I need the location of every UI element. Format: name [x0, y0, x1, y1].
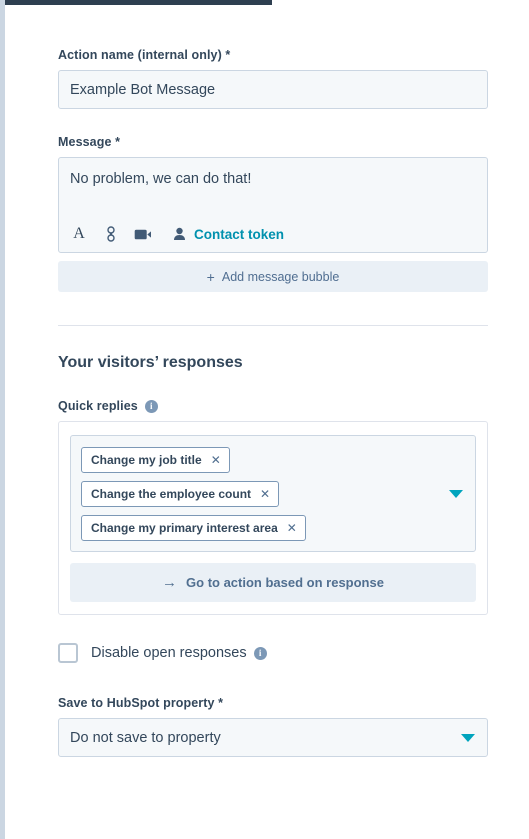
form-area: Action name (internal only) * Example Bo… [5, 5, 529, 757]
chevron-down-icon[interactable] [449, 489, 463, 498]
link-icon[interactable] [102, 225, 120, 243]
disable-open-responses-info-icon[interactable]: i [253, 646, 267, 660]
text-format-icon[interactable]: A [70, 225, 88, 243]
quick-replies-label-text: Quick replies [58, 399, 138, 413]
save-property-selected-value: Do not save to property [70, 729, 221, 746]
contact-person-icon [170, 225, 188, 243]
message-composer[interactable]: No problem, we can do that! A Contact to… [58, 157, 488, 253]
message-text-value[interactable]: No problem, we can do that! [70, 170, 476, 212]
remove-tag-icon[interactable]: ✕ [211, 454, 221, 466]
action-name-input[interactable]: Example Bot Message [58, 70, 488, 109]
add-message-bubble-button[interactable]: + Add message bubble [58, 261, 488, 292]
quick-replies-info-icon[interactable]: i [144, 399, 158, 413]
message-label: Message * [58, 135, 121, 149]
visitors-responses-heading: Your visitors’ responses [58, 354, 243, 371]
message-toolbar: A Contact token [70, 224, 476, 244]
add-message-bubble-label: Add message bubble [221, 269, 340, 284]
disable-open-responses-label: Disable open responses [91, 645, 247, 661]
contact-token-label: Contact token [194, 226, 285, 242]
action-name-field-group: Action name (internal only) * Example Bo… [58, 48, 488, 109]
quick-replies-tag-input[interactable]: Change my job title ✕ Change the employe… [70, 435, 476, 552]
quick-reply-tag-label: Change the employee count [91, 487, 252, 501]
bot-action-editor-panel: Action name (internal only) * Example Bo… [5, 5, 529, 839]
contact-token-button[interactable]: Contact token [170, 225, 284, 243]
quick-reply-tag-label: Change my job title [91, 453, 202, 467]
video-icon[interactable] [134, 225, 152, 243]
quick-reply-tag-label: Change my primary interest area [91, 521, 278, 535]
quick-reply-tag[interactable]: Change my job title ✕ [81, 447, 230, 473]
disable-open-responses-label-wrap: Disable open responses i [91, 645, 267, 661]
message-field-group: Message * No problem, we can do that! A [58, 135, 488, 292]
action-name-label: Action name (internal only) * [58, 48, 231, 62]
quick-replies-label: Quick replies i [58, 399, 488, 413]
arrow-right-icon: → [162, 574, 178, 591]
remove-tag-icon[interactable]: ✕ [260, 488, 270, 500]
go-to-action-button[interactable]: → Go to action based on response [70, 563, 476, 602]
quick-reply-tag[interactable]: Change the employee count ✕ [81, 481, 280, 507]
section-divider [58, 325, 488, 326]
go-to-action-label: Go to action based on response [186, 575, 384, 590]
quick-replies-container: Change my job title ✕ Change the employe… [58, 421, 488, 615]
disable-open-responses-checkbox[interactable] [58, 643, 78, 663]
quick-reply-tag[interactable]: Change my primary interest area ✕ [81, 515, 306, 541]
save-property-select[interactable]: Do not save to property [58, 718, 488, 757]
save-property-label: Save to HubSpot property * [58, 696, 224, 710]
save-property-field-group: Save to HubSpot property * Do not save t… [58, 696, 488, 757]
remove-tag-icon[interactable]: ✕ [287, 522, 297, 534]
chevron-down-icon[interactable] [461, 733, 475, 742]
disable-open-responses-row[interactable]: Disable open responses i [58, 643, 488, 663]
plus-icon: + [206, 268, 215, 285]
